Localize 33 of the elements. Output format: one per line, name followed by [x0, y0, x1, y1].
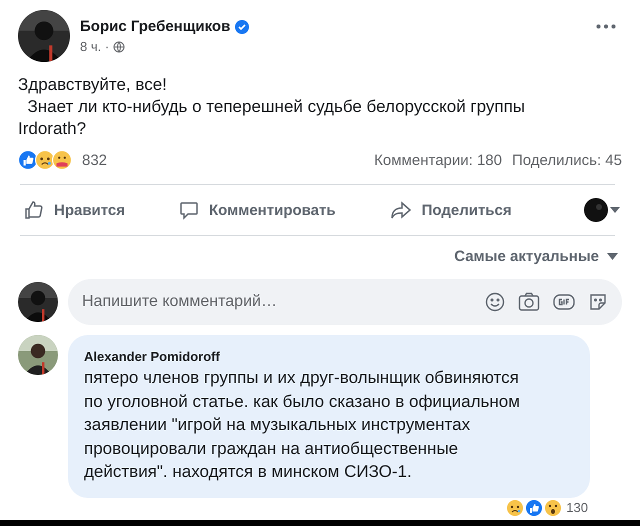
camera-icon[interactable]: [518, 292, 540, 312]
sad-reaction-icon: [506, 498, 524, 516]
author-name[interactable]: Борис Гребенщиков: [80, 18, 230, 35]
globe-icon: [113, 40, 126, 52]
caret-icon: [607, 253, 618, 260]
like-reaction-icon: [525, 498, 544, 516]
comment-text: пятеро членов группы и их друг-волынщик обвиняются по уголовной статье. как было сказано в официальном заявлении "игрой на музыкальных инструментах провоцировали граждан на антиобщественные действия". находятся в минском СИЗО-1.: [84, 367, 521, 483]
caret-icon: [610, 207, 620, 213]
smiley-icon[interactable]: [485, 292, 505, 312]
share-button[interactable]: Поделиться: [384, 196, 518, 224]
comment-button[interactable]: Комментировать: [173, 196, 342, 224]
like-reaction-icon: [18, 150, 38, 170]
speech-bubble-icon: [179, 200, 200, 220]
more-options-icon[interactable]: [596, 24, 616, 29]
post-text: Знает ли кто-нибудь о теперешней судьбе белорусской группы Irdorath?: [18, 96, 526, 140]
reaction-count[interactable]: 832: [82, 152, 108, 168]
share-arrow-icon: [390, 200, 412, 220]
comment-author[interactable]: Alexander Pomidoroff: [84, 349, 574, 364]
comment-input[interactable]: Напишите комментарий…: [82, 293, 485, 311]
thumbs-up-icon: [24, 200, 44, 220]
gif-icon[interactable]: [553, 294, 575, 310]
comment-field[interactable]: Напишите комментарий…: [68, 279, 622, 325]
sticker-icon[interactable]: [588, 292, 608, 312]
sad-reaction-icon: [35, 150, 55, 170]
share-count[interactable]: Поделились: 45: [512, 152, 622, 168]
post-time[interactable]: 8 ч. ·: [80, 39, 110, 54]
like-button[interactable]: Нравится: [18, 196, 132, 224]
care-reaction-icon: [52, 150, 72, 170]
wow-reaction-icon: [544, 498, 562, 516]
comment-count[interactable]: Комментарии: 180: [374, 152, 502, 168]
audience-selector[interactable]: [584, 198, 620, 222]
sort-dropdown[interactable]: Самые актуальные: [454, 248, 618, 265]
post-text: Здравствуйте, все!: [18, 74, 168, 96]
